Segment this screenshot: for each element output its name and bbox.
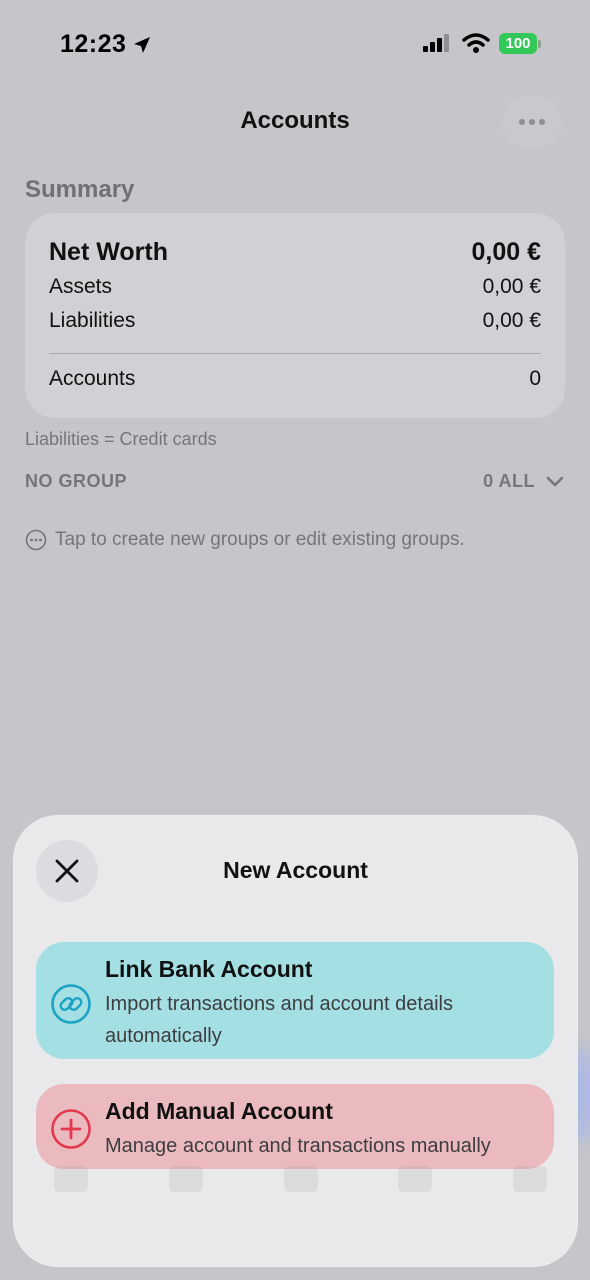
assets-label: Assets bbox=[49, 275, 113, 298]
liabilities-label: Liabilities bbox=[49, 309, 136, 332]
add-manual-account-description: Manage account and transactions manually bbox=[105, 1135, 491, 1157]
plus-circle-icon bbox=[51, 1109, 91, 1149]
status-time-group: 12:23 bbox=[60, 30, 152, 59]
battery-indicator: 100 bbox=[499, 33, 537, 54]
liabilities-value: 0,00 € bbox=[482, 309, 541, 332]
wifi-icon bbox=[462, 33, 490, 53]
link-icon bbox=[51, 984, 91, 1024]
link-bank-account-title: Link Bank Account bbox=[105, 956, 313, 982]
cellular-signal-icon bbox=[423, 34, 449, 52]
new-account-sheet: New Account Link Bank Account Import tra… bbox=[14, 816, 577, 1266]
accounts-label: Accounts bbox=[49, 367, 136, 390]
group-header[interactable]: NO GROUP 0 ALL bbox=[25, 471, 565, 492]
group-tip[interactable]: Tap to create new groups or edit existin… bbox=[25, 529, 465, 551]
group-filter[interactable]: 0 ALL bbox=[483, 471, 565, 492]
accounts-value: 0 bbox=[529, 367, 541, 390]
net-worth-label: Net Worth bbox=[49, 238, 168, 266]
blurred-tab-bar bbox=[54, 1166, 547, 1246]
chevron-down-icon bbox=[546, 476, 564, 486]
more-dots-icon bbox=[519, 119, 525, 125]
assets-row: Assets 0,00 € bbox=[49, 275, 541, 299]
liabilities-row: Liabilities 0,00 € bbox=[49, 309, 541, 333]
link-bank-account-button[interactable]: Link Bank Account Import transactions an… bbox=[36, 942, 554, 1059]
group-tip-text: Tap to create new groups or edit existin… bbox=[55, 529, 465, 550]
summary-card: Net Worth 0,00 € Assets 0,00 € Liabiliti… bbox=[25, 213, 565, 418]
sheet-title: New Account bbox=[223, 857, 368, 883]
net-worth-value: 0,00 € bbox=[471, 238, 541, 266]
status-time: 12:23 bbox=[60, 30, 127, 58]
ellipsis-circle-icon bbox=[25, 529, 47, 551]
accounts-screen: 12:23 100 Accounts Summary Net Worth 0,0… bbox=[0, 0, 590, 1280]
add-manual-account-button[interactable]: Add Manual Account Manage account and tr… bbox=[36, 1084, 554, 1169]
more-options-button[interactable] bbox=[502, 96, 562, 148]
summary-section-title: Summary bbox=[25, 176, 135, 203]
net-worth-row: Net Worth 0,00 € bbox=[49, 238, 541, 267]
summary-divider bbox=[49, 353, 541, 354]
group-label: NO GROUP bbox=[25, 471, 128, 491]
status-bar: 12:23 100 bbox=[0, 28, 590, 62]
add-manual-account-title: Add Manual Account bbox=[105, 1098, 333, 1124]
group-count: 0 ALL bbox=[483, 471, 535, 491]
liabilities-note: Liabilities = Credit cards bbox=[25, 429, 217, 449]
assets-value: 0,00 € bbox=[482, 275, 541, 298]
battery-nub bbox=[538, 40, 541, 48]
accounts-count-row: Accounts 0 bbox=[49, 367, 541, 391]
link-bank-account-description: Import transactions and account details … bbox=[105, 993, 453, 1047]
location-arrow-icon bbox=[134, 36, 151, 53]
